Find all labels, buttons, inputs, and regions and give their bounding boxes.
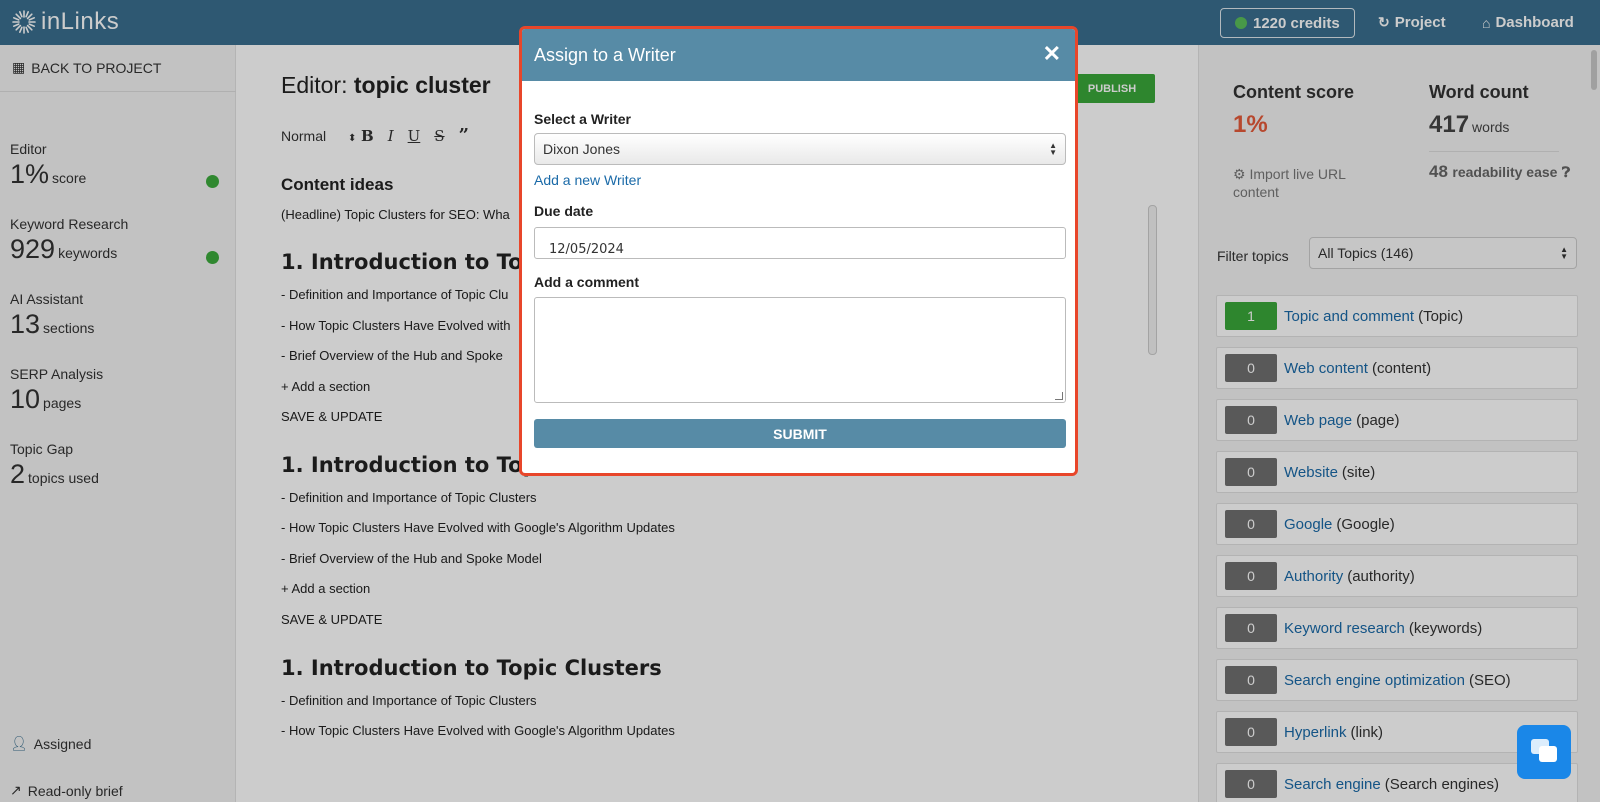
submit-button[interactable]: SUBMIT [534,419,1066,448]
due-date-input[interactable]: 12/05/2024 [534,227,1066,259]
writer-select[interactable]: Dixon Jones ▲ ▼ [534,133,1066,165]
select-writer-label: Select a Writer [534,111,632,127]
chat-bubbles-icon [1531,739,1557,762]
comment-textarea[interactable] [534,297,1066,403]
chat-widget-button[interactable] [1517,725,1571,779]
add-comment-label: Add a comment [534,274,640,290]
due-date-label: Due date [534,203,594,219]
assign-writer-modal: Assign to a Writer ✕ Select a Writer Dix… [522,29,1075,473]
writer-select-value: Dixon Jones [543,141,621,157]
modal-title: Assign to a Writer [534,45,676,65]
close-icon[interactable]: ✕ [1043,41,1061,67]
resize-handle-icon[interactable] [1055,392,1063,400]
select-arrows-icon: ▲ ▼ [1049,141,1057,157]
modal-header: Assign to a Writer ✕ [522,29,1075,81]
add-new-writer-link[interactable]: Add a new Writer [534,172,641,188]
